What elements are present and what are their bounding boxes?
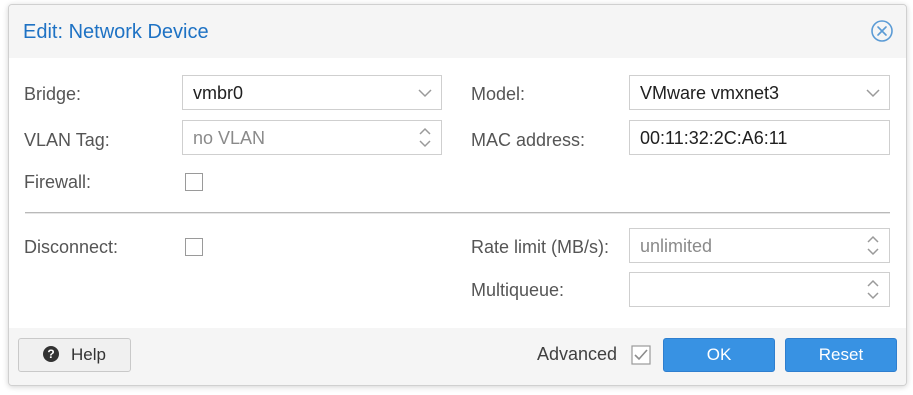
dialog-footer: ? Help Advanced OK Reset xyxy=(9,328,906,385)
spinner-updown-icon[interactable] xyxy=(863,229,883,262)
multiqueue-label: Multiqueue: xyxy=(471,280,565,300)
bridge-select[interactable]: vmbr0 xyxy=(182,75,442,110)
rate-limit-placeholder: unlimited xyxy=(640,236,713,256)
firewall-label: Firewall: xyxy=(24,172,92,192)
ok-button[interactable]: OK xyxy=(663,338,775,372)
multiqueue-spinner[interactable] xyxy=(629,272,890,307)
disconnect-checkbox[interactable] xyxy=(185,238,203,256)
question-circle-icon: ? xyxy=(43,346,60,363)
firewall-checkbox[interactable] xyxy=(185,173,203,191)
spinner-updown-icon[interactable] xyxy=(415,121,435,154)
disconnect-label: Disconnect: xyxy=(24,237,119,257)
dialog-title: Edit: Network Device xyxy=(23,21,209,43)
mac-address-value: 00:11:32:2C:A6:11 xyxy=(640,128,788,148)
dialog-body: Bridge: vmbr0 VLAN Tag: no VLAN Firewall… xyxy=(9,58,906,328)
reset-button[interactable]: Reset xyxy=(785,338,897,372)
bridge-value: vmbr0 xyxy=(193,83,244,103)
rate-limit-label: Rate limit (MB/s): xyxy=(471,237,610,257)
close-icon[interactable] xyxy=(870,19,894,43)
chevron-down-icon[interactable] xyxy=(415,76,435,109)
help-button-label: Help xyxy=(71,345,106,364)
model-select[interactable]: VMware vmxnet3 xyxy=(629,75,890,110)
bridge-label: Bridge: xyxy=(24,84,82,104)
edit-network-device-dialog: Edit: Network Device Bridge: vmbr0 VLAN … xyxy=(8,4,907,386)
vlan-tag-label: VLAN Tag: xyxy=(24,130,110,150)
dialog-titlebar[interactable]: Edit: Network Device xyxy=(9,5,906,58)
advanced-label: Advanced xyxy=(537,344,618,364)
mac-address-label: MAC address: xyxy=(471,130,586,150)
vlan-tag-spinner[interactable]: no VLAN xyxy=(182,120,442,155)
model-label: Model: xyxy=(471,84,526,104)
rate-limit-spinner[interactable]: unlimited xyxy=(629,228,890,263)
spinner-updown-icon[interactable] xyxy=(863,273,883,306)
section-divider xyxy=(25,212,890,213)
model-value: VMware vmxnet3 xyxy=(640,83,780,103)
help-button[interactable]: ? Help xyxy=(18,338,131,372)
advanced-checkbox[interactable] xyxy=(631,345,651,365)
vlan-tag-placeholder: no VLAN xyxy=(193,128,266,148)
chevron-down-icon[interactable] xyxy=(863,76,883,109)
mac-address-input[interactable]: 00:11:32:2C:A6:11 xyxy=(629,120,890,155)
